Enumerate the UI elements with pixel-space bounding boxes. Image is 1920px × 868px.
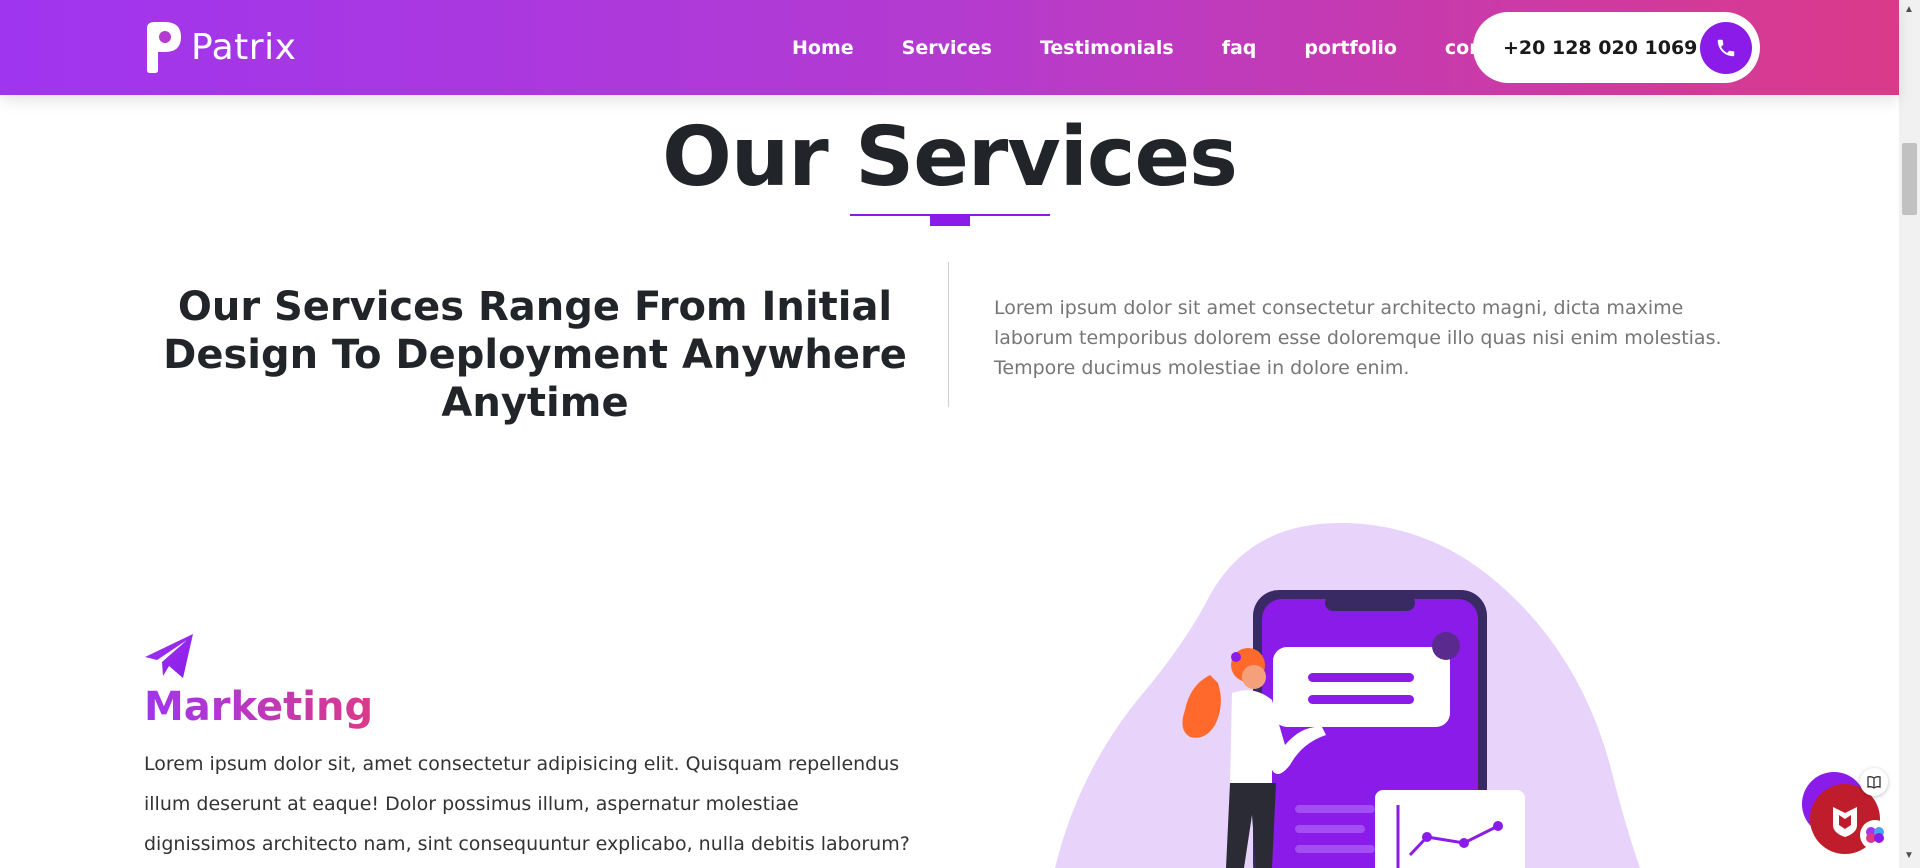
main-nav: Home Services Testimonials faq portfolio… xyxy=(792,0,1525,95)
logo-icon xyxy=(143,20,183,74)
phone-number[interactable]: +20 128 020 1069 xyxy=(1503,37,1697,59)
reader-book-icon[interactable] xyxy=(1860,768,1888,796)
ai-brain-icon[interactable] xyxy=(1860,820,1890,850)
intro-divider xyxy=(948,262,949,407)
intro-heading: Our Services Range From Initial Design T… xyxy=(163,284,907,426)
phone-icon xyxy=(1717,39,1735,57)
page-scrollbar[interactable]: ▲ ▼ xyxy=(1899,0,1920,868)
nav-faq[interactable]: faq xyxy=(1222,37,1257,59)
nav-testimonials[interactable]: Testimonials xyxy=(1040,37,1174,59)
nav-portfolio[interactable]: portfolio xyxy=(1304,37,1397,59)
nav-services[interactable]: Services xyxy=(902,37,992,59)
phone-call-button[interactable] xyxy=(1700,22,1752,74)
nav-home[interactable]: Home xyxy=(792,37,854,59)
intro-text: Lorem ipsum dolor sit amet consectetur a… xyxy=(994,297,1722,379)
site-header: Patrix Home Services Testimonials faq po… xyxy=(0,0,1899,95)
phone-contact[interactable]: +20 128 020 1069 xyxy=(1473,12,1760,83)
scroll-up-arrow-icon[interactable]: ▲ xyxy=(1904,4,1914,15)
service-description: Lorem ipsum dolor sit, amet consectetur … xyxy=(144,753,910,855)
scroll-thumb[interactable] xyxy=(1902,143,1917,215)
paper-plane-icon xyxy=(143,630,195,682)
logo[interactable]: Patrix xyxy=(143,20,296,74)
section-title: Our Services xyxy=(662,110,1238,205)
service-title: Marketing xyxy=(144,684,374,730)
marketing-illustration xyxy=(1040,515,1680,868)
logo-text: Patrix xyxy=(191,26,297,68)
scroll-down-arrow-icon[interactable]: ▼ xyxy=(1904,850,1914,861)
title-underline-accent xyxy=(930,216,970,226)
